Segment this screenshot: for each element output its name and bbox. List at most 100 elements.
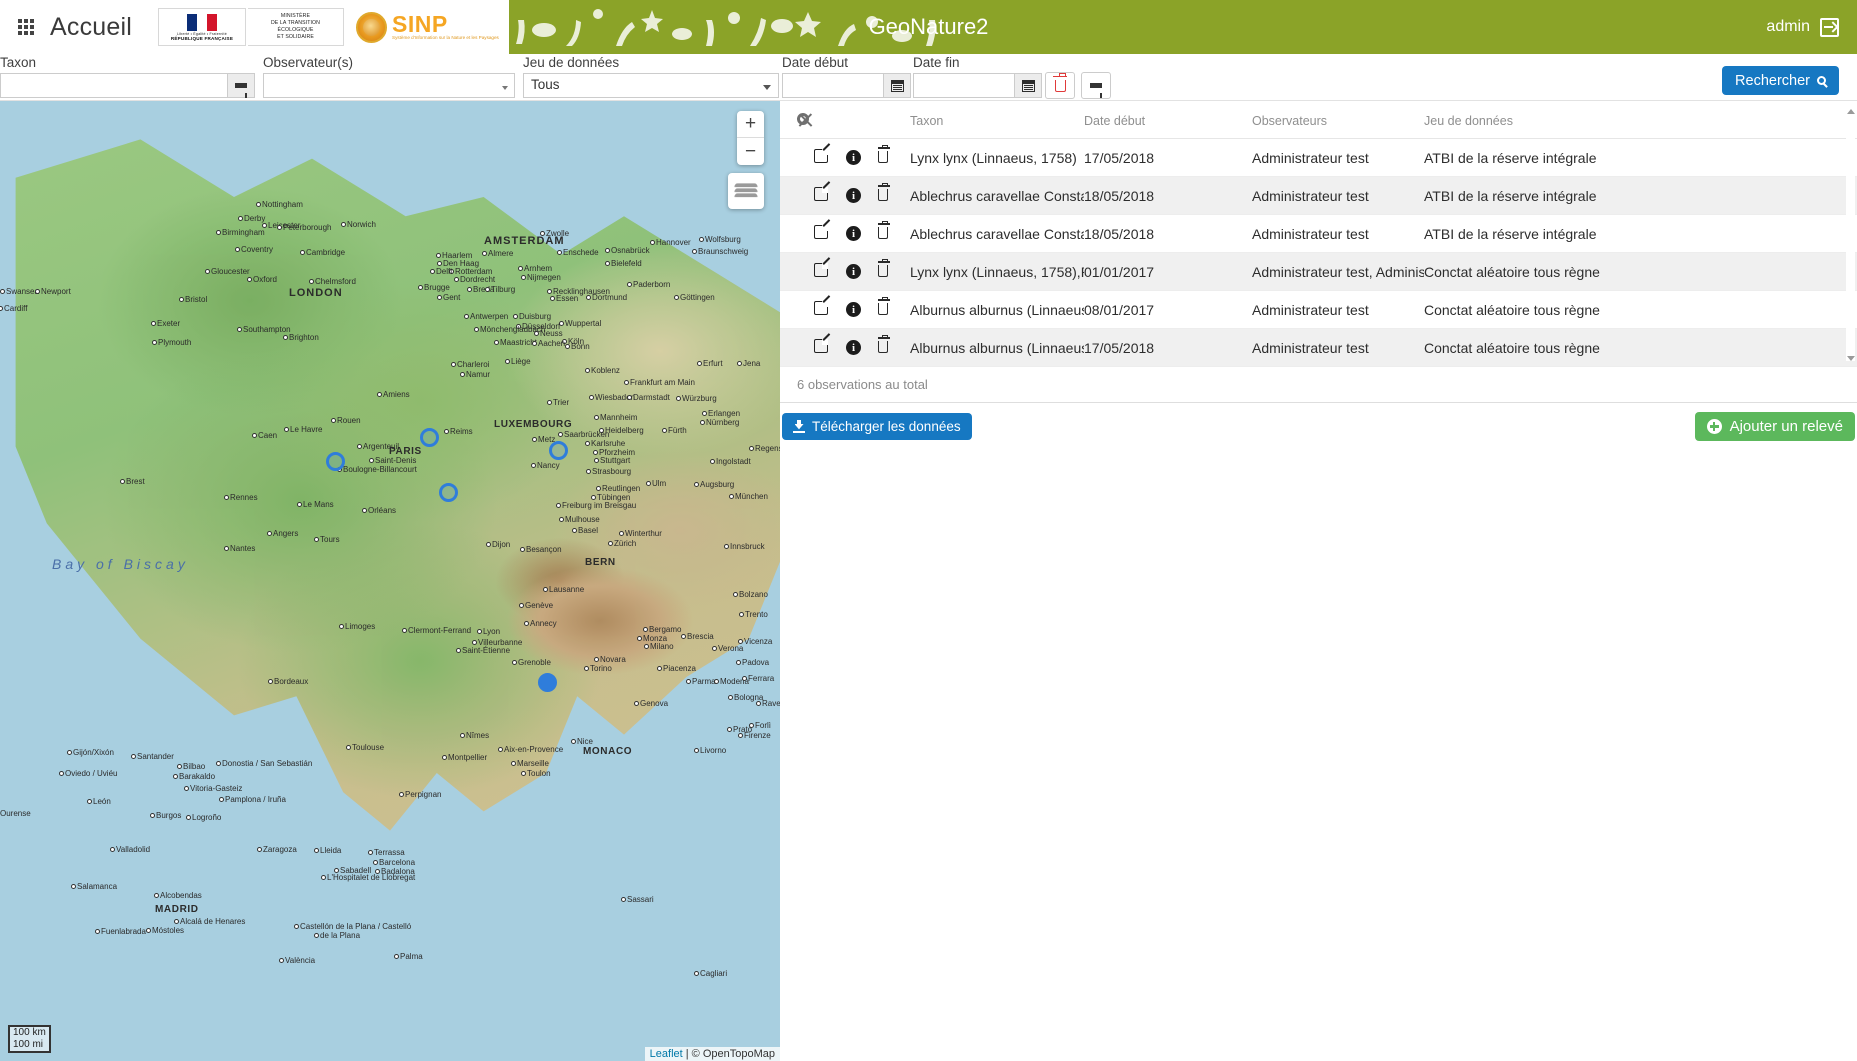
home-link[interactable]: Accueil <box>50 13 132 42</box>
map-observation-marker[interactable] <box>420 428 439 447</box>
map-city-label: Zwolle <box>546 229 570 238</box>
table-row[interactable]: i Alburnus alburnus (Linnaeus, 08/01/2017 A… <box>780 290 1857 329</box>
table-scrollbar[interactable] <box>1846 109 1855 361</box>
edit-cell[interactable] <box>814 328 846 367</box>
date-debut-column-header[interactable]: Date début <box>1084 101 1252 139</box>
delete-cell[interactable] <box>878 290 910 329</box>
download-data-button[interactable]: Télécharger les données <box>782 413 972 440</box>
map-city-label: Southampton <box>243 325 291 334</box>
column-settings-header[interactable] <box>780 101 814 139</box>
delete-cell[interactable] <box>878 138 910 177</box>
row-spacer <box>780 138 814 177</box>
map-city-label: Fuenlabrada <box>101 927 146 936</box>
jeu-donnees-select[interactable]: Tous <box>523 73 779 98</box>
edit-cell[interactable] <box>814 214 846 253</box>
apps-grid-icon[interactable] <box>18 19 34 35</box>
map-city-dot <box>277 225 282 230</box>
info-icon[interactable]: i <box>846 340 861 355</box>
table-row[interactable]: i Ablechrus caravellae Constan 18/05/2018 A… <box>780 176 1857 215</box>
observateurs-column-header[interactable]: Observateurs <box>1252 101 1424 139</box>
map-city-dot <box>594 458 599 463</box>
jeu-donnees-column-header[interactable]: Jeu de données <box>1424 101 1857 139</box>
info-icon[interactable]: i <box>846 302 861 317</box>
info-cell[interactable]: i <box>846 214 878 253</box>
map-city-label: Bordeaux <box>274 677 309 686</box>
map-city-label: Würzburg <box>682 394 717 403</box>
info-cell[interactable]: i <box>846 328 878 367</box>
date-debut-calendar-button[interactable] <box>884 73 911 98</box>
info-icon[interactable]: i <box>846 226 861 241</box>
map-layers-button[interactable] <box>728 173 764 209</box>
edit-icon[interactable] <box>814 225 828 239</box>
map-observation-marker[interactable] <box>538 673 557 692</box>
leaflet-link[interactable]: Leaflet <box>650 1048 683 1060</box>
map-observation-marker[interactable] <box>326 452 345 471</box>
map-city-label: Gent <box>443 293 461 302</box>
scroll-down-arrow[interactable] <box>1847 356 1855 361</box>
map-city-label: Toulon <box>527 769 551 778</box>
map-observation-marker[interactable] <box>439 483 458 502</box>
cell-observateurs: Administrateur test <box>1252 176 1424 215</box>
map-city-label: Mannheim <box>600 413 638 422</box>
add-releve-button[interactable]: Ajouter un relevé <box>1694 412 1855 441</box>
observateurs-select[interactable] <box>263 73 515 98</box>
map-city-dot <box>534 331 539 336</box>
delete-cell[interactable] <box>878 176 910 215</box>
search-button[interactable]: Rechercher <box>1722 66 1839 95</box>
info-icon[interactable]: i <box>846 188 861 203</box>
edit-icon[interactable] <box>814 149 828 163</box>
table-row[interactable]: i Lynx lynx (Linnaeus, 1758) 17/05/2018 Adm… <box>780 138 1857 177</box>
table-row[interactable]: i Ablechrus caravellae Constan 18/05/2018 A… <box>780 214 1857 253</box>
trash-icon[interactable] <box>878 296 890 315</box>
edit-cell[interactable] <box>814 252 846 291</box>
trash-icon[interactable] <box>878 334 890 353</box>
trash-icon[interactable] <box>878 144 890 163</box>
cell-taxon: Lynx lynx (Linnaeus, 1758) <box>910 138 1084 177</box>
delete-cell[interactable] <box>878 252 910 291</box>
info-cell[interactable]: i <box>846 252 878 291</box>
cell-jeu-donnees: ATBI de la réserve intégrale <box>1424 176 1857 215</box>
date-fin-input[interactable] <box>913 73 1015 98</box>
logout-icon[interactable] <box>1820 17 1839 37</box>
scroll-up-arrow[interactable] <box>1847 109 1855 114</box>
edit-cell[interactable] <box>814 138 846 177</box>
map-observation-marker[interactable] <box>549 441 568 460</box>
gear-icon[interactable] <box>797 113 809 125</box>
trash-icon[interactable] <box>878 258 890 277</box>
zoom-in-button[interactable]: + <box>737 111 764 138</box>
map-city-dot <box>309 279 314 284</box>
delete-cell[interactable] <box>878 214 910 253</box>
date-fin-calendar-button[interactable] <box>1015 73 1042 98</box>
edit-cell[interactable] <box>814 290 846 329</box>
info-cell[interactable]: i <box>846 138 878 177</box>
zoom-out-button[interactable]: − <box>737 138 764 165</box>
info-icon[interactable]: i <box>846 264 861 279</box>
map-city-label: Trier <box>553 398 570 407</box>
trash-icon[interactable] <box>878 182 890 201</box>
info-cell[interactable]: i <box>846 290 878 329</box>
edit-icon[interactable] <box>814 339 828 353</box>
table-row[interactable]: i Alburnus alburnus (Linnaeus, 17/05/2018 A… <box>780 328 1857 367</box>
info-cell[interactable]: i <box>846 176 878 215</box>
observation-map[interactable]: AMSTERDAM LONDON LUXEMBOURG PARIS BERN MONACO… <box>0 101 780 1061</box>
apply-filters-button[interactable] <box>1081 72 1111 99</box>
map-city-dot <box>0 289 5 294</box>
map-city-dot <box>279 958 284 963</box>
map-city-label: Newport <box>41 287 71 296</box>
map-city-label: Brugge <box>424 283 450 292</box>
edit-cell[interactable] <box>814 176 846 215</box>
table-row[interactable]: i Lynx lynx (Linnaeus, 1758),Ra 01/01/2017… <box>780 252 1857 291</box>
delete-cell[interactable] <box>878 328 910 367</box>
taxon-input[interactable] <box>0 73 228 98</box>
edit-icon[interactable] <box>814 263 828 277</box>
map-city-label: Pamplona / Iruña <box>225 795 286 804</box>
clear-filters-button[interactable] <box>1045 72 1075 99</box>
taxon-column-header[interactable]: Taxon <box>910 101 1084 139</box>
date-debut-input[interactable] <box>782 73 884 98</box>
map-city-dot <box>729 494 734 499</box>
trash-icon[interactable] <box>878 220 890 239</box>
edit-icon[interactable] <box>814 187 828 201</box>
edit-icon[interactable] <box>814 301 828 315</box>
taxon-filter-button[interactable] <box>228 73 255 98</box>
info-icon[interactable]: i <box>846 150 861 165</box>
